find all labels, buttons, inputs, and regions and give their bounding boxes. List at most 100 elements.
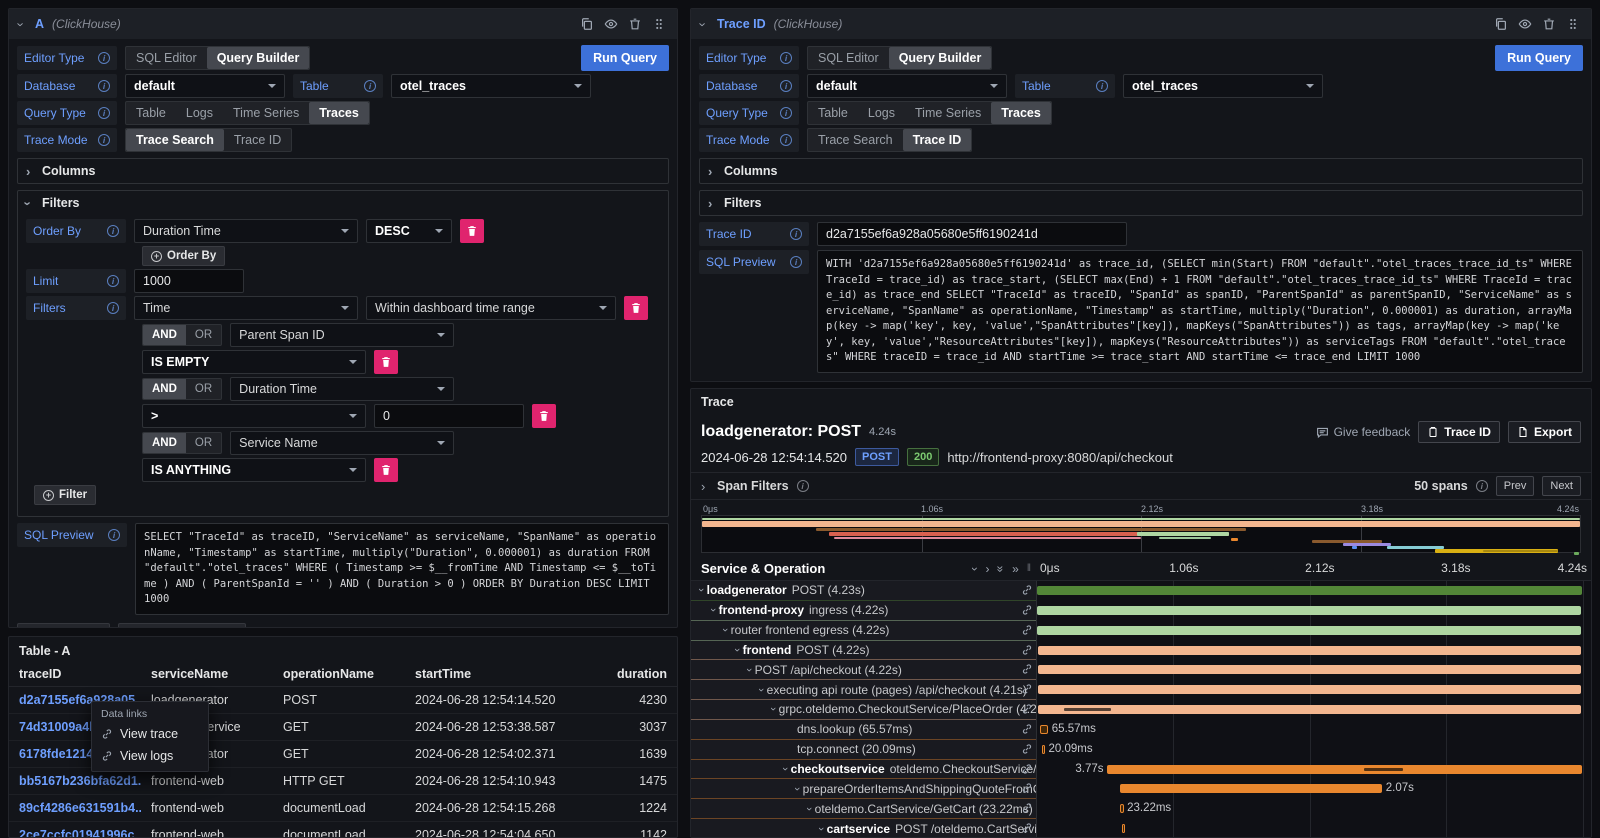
expand-all-icon[interactable]: » (1012, 562, 1019, 576)
and-option[interactable]: AND (143, 379, 186, 399)
span-bar-area[interactable]: 20.09ms (1036, 740, 1591, 760)
or-option[interactable]: OR (186, 433, 221, 453)
span-link-icon[interactable] (1021, 743, 1033, 758)
filter-field-select[interactable]: Parent Span ID (230, 323, 454, 347)
span-name[interactable]: frontend-proxyingress (4.22s) (691, 601, 1036, 621)
run-query-button[interactable]: Run Query (581, 45, 669, 71)
next-button[interactable]: Next (1542, 476, 1581, 496)
query-type-timeseries[interactable]: Time Series (905, 102, 991, 124)
query-type-logs[interactable]: Logs (176, 102, 223, 124)
remove-filter-button[interactable] (374, 458, 398, 482)
duplicate-icon[interactable] (579, 16, 595, 32)
add-query-button[interactable]: Add query (17, 623, 110, 629)
query-builder-option[interactable]: Query Builder (889, 47, 992, 69)
span-bar[interactable] (1038, 705, 1581, 714)
span-bar[interactable] (1122, 824, 1125, 833)
col-traceID[interactable]: traceID (9, 662, 141, 687)
sql-editor-option[interactable]: SQL Editor (808, 47, 889, 69)
span-bar-area[interactable]: 3.77s (1036, 760, 1591, 780)
run-query-button[interactable]: Run Query (1495, 45, 1583, 71)
remove-order-by-button[interactable] (460, 219, 484, 243)
trace-minimap[interactable] (701, 515, 1581, 553)
query-builder-option[interactable]: Query Builder (207, 47, 310, 69)
span-bar-area[interactable] (1036, 700, 1591, 720)
filter-field-select[interactable]: Time (134, 296, 358, 320)
sql-preview-code[interactable]: WITH 'd2a7155ef6a928a05680e5ff6190241d' … (817, 250, 1583, 373)
span-name[interactable]: cartservicePOST /oteldemo.CartService/Ge… (691, 819, 1036, 838)
span-bar-area[interactable] (1036, 641, 1591, 661)
span-link-icon[interactable] (1021, 763, 1033, 778)
eye-icon[interactable] (1517, 16, 1533, 32)
add-filter-button[interactable]: Filter (34, 485, 96, 505)
span-name[interactable]: router frontend egress (4.22s) (691, 621, 1036, 641)
span-link-icon[interactable] (1021, 644, 1033, 659)
span-name[interactable]: prepareOrderItemsAndShippingQuoteFromCar… (691, 779, 1036, 799)
chevron-right-icon[interactable] (701, 479, 709, 494)
filter-operator-select[interactable]: IS EMPTY (142, 350, 366, 374)
trace-id-button[interactable]: Trace ID (1418, 421, 1500, 443)
trace-id-option[interactable]: Trace ID (903, 129, 972, 151)
query-type-table[interactable]: Table (808, 102, 858, 124)
give-feedback-link[interactable]: Give feedback (1316, 425, 1411, 439)
span-bar-area[interactable] (1036, 621, 1591, 641)
add-query-button[interactable]: Add query (699, 381, 792, 383)
span-bar-area[interactable] (1036, 660, 1591, 680)
span-bar[interactable] (1107, 765, 1582, 774)
query-inspector-button[interactable]: Query inspector (800, 381, 928, 383)
span-bar-area[interactable]: 65.57ms (1036, 720, 1591, 740)
drag-handle-icon[interactable] (651, 16, 667, 32)
remove-filter-button[interactable] (624, 296, 648, 320)
filter-operator-select[interactable]: IS ANYTHING (142, 458, 366, 482)
span-bar[interactable] (1040, 725, 1049, 734)
span-name[interactable]: grpc.oteldemo.CheckoutService/PlaceOrder… (691, 700, 1036, 720)
collapse-all-icon[interactable]: » (994, 565, 1008, 572)
span-link-icon[interactable] (1021, 604, 1033, 619)
table-select[interactable]: otel_traces (391, 74, 591, 98)
trace-search-option[interactable]: Trace Search (126, 129, 224, 151)
sql-editor-option[interactable]: SQL Editor (126, 47, 207, 69)
remove-filter-button[interactable] (374, 350, 398, 374)
collapse-one-icon[interactable]: › (968, 567, 982, 571)
span-link-icon[interactable] (1021, 624, 1033, 639)
span-link-icon[interactable] (1021, 782, 1033, 797)
span-name[interactable]: executing api route (pages) /api/checkou… (691, 680, 1036, 700)
span-name[interactable]: oteldemo.CartService/GetCart (23.22ms) (691, 799, 1036, 819)
filters-toggle[interactable]: Filters (700, 191, 1582, 215)
or-option[interactable]: OR (186, 379, 221, 399)
span-bar[interactable] (1037, 626, 1581, 635)
eye-icon[interactable] (603, 16, 619, 32)
cell-traceID[interactable]: 89cf4286e631591b4... (9, 795, 141, 822)
span-link-icon[interactable] (1021, 663, 1033, 678)
limit-input[interactable]: 1000 (134, 269, 244, 293)
filter-field-select[interactable]: Service Name (230, 431, 454, 455)
span-bar[interactable] (1120, 784, 1382, 793)
span-link-icon[interactable] (1021, 822, 1033, 837)
span-name[interactable]: tcp.connect (20.09ms) (691, 740, 1036, 760)
span-bar[interactable] (1038, 665, 1582, 674)
span-filters-label[interactable]: Span Filters (717, 479, 789, 493)
and-option[interactable]: AND (143, 433, 186, 453)
database-select[interactable]: default (125, 74, 285, 98)
span-name[interactable]: dns.lookup (65.57ms) (691, 720, 1036, 740)
span-bar-area[interactable] (1036, 680, 1591, 700)
and-option[interactable]: AND (143, 325, 186, 345)
query-inspector-button[interactable]: Query inspector (118, 623, 246, 629)
query-type-logs[interactable]: Logs (858, 102, 905, 124)
collapse-icon[interactable] (19, 17, 27, 32)
drag-handle-icon[interactable] (1565, 16, 1581, 32)
span-bar-area[interactable] (1036, 819, 1591, 838)
span-bar[interactable] (1042, 745, 1045, 754)
columns-toggle[interactable]: Columns (700, 159, 1582, 183)
collapse-icon[interactable] (701, 17, 709, 32)
add-order-by-button[interactable]: Order By (142, 246, 225, 266)
span-bar[interactable] (1037, 606, 1581, 615)
view-trace-link[interactable]: View trace (92, 723, 208, 745)
trace-search-option[interactable]: Trace Search (808, 129, 903, 151)
prev-button[interactable]: Prev (1496, 476, 1535, 496)
expand-one-icon[interactable]: › (985, 562, 989, 576)
span-link-icon[interactable] (1021, 683, 1033, 698)
span-link-icon[interactable] (1021, 723, 1033, 738)
panel-b-header[interactable]: Trace ID (ClickHouse) (691, 9, 1591, 39)
span-bar-area[interactable]: 23.22ms (1036, 799, 1591, 819)
database-select[interactable]: default (807, 74, 1007, 98)
